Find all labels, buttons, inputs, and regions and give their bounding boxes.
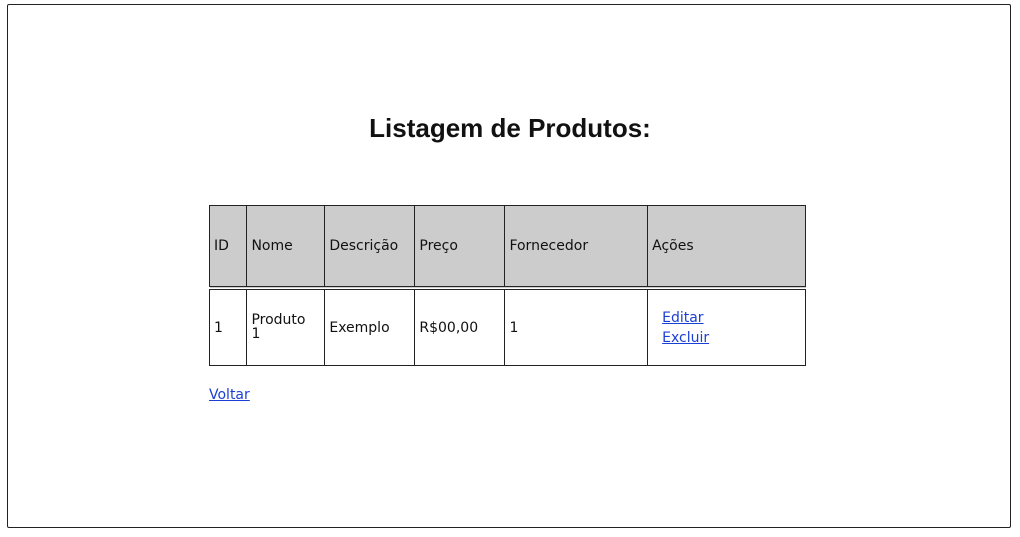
table-body: 1 Produto 1 Exemplo R$00,00 1 Editar Exc… bbox=[208, 287, 806, 366]
cell-id: 1 bbox=[208, 287, 248, 366]
product-name: Produto 1 bbox=[251, 312, 306, 342]
header-id: ID bbox=[208, 205, 248, 290]
back-link[interactable]: Voltar bbox=[209, 387, 250, 403]
cell-descricao: Exemplo bbox=[324, 287, 416, 366]
table-header: ID Nome Descrição Preço Fornecedor Ações bbox=[208, 205, 806, 290]
cell-nome: Produto 1 bbox=[246, 287, 326, 366]
header-preco: Preço bbox=[414, 205, 506, 290]
delete-link[interactable]: Excluir bbox=[662, 328, 803, 348]
cell-preco: R$00,00 bbox=[414, 287, 506, 366]
cell-acoes: Editar Excluir bbox=[647, 287, 806, 366]
header-descricao: Descrição bbox=[324, 205, 416, 290]
edit-link[interactable]: Editar bbox=[662, 308, 803, 328]
products-table: ID Nome Descrição Preço Fornecedor Ações… bbox=[208, 205, 806, 366]
header-nome: Nome bbox=[246, 205, 326, 290]
header-acoes: Ações bbox=[647, 205, 806, 290]
cell-fornecedor: 1 bbox=[504, 287, 649, 366]
page-title: Listagem de Produtos: bbox=[369, 113, 651, 143]
header-fornecedor: Fornecedor bbox=[504, 205, 649, 290]
table-header-row: ID Nome Descrição Preço Fornecedor Ações bbox=[208, 205, 806, 290]
table-row: 1 Produto 1 Exemplo R$00,00 1 Editar Exc… bbox=[208, 287, 806, 366]
